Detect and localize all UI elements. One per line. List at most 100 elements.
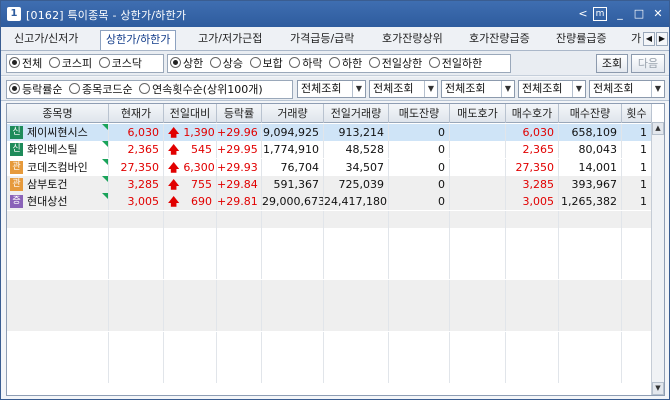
stock-status-badge: 신 <box>10 143 23 157</box>
cell-change <box>164 279 217 297</box>
cell-name: 신 제이씨현시스 <box>7 124 109 141</box>
cell-buy-qty <box>559 348 622 366</box>
col-count[interactable]: 횟수 <box>622 104 652 123</box>
cell-name <box>7 279 109 297</box>
minimize-icon[interactable]: _ <box>613 7 627 21</box>
radio-flat[interactable]: 보합 <box>249 57 283 70</box>
col-prev-volume[interactable]: 전일거래량 <box>324 104 389 123</box>
up-arrow-icon: 🡅 <box>168 143 180 157</box>
title-bar[interactable]: 1 [0162] 특이종목 - 상한가/하한가 < m _ □ ✕ <box>1 1 669 27</box>
cell-rate <box>217 348 262 366</box>
scroll-up-icon[interactable]: ▲ <box>652 122 664 135</box>
stock-name[interactable]: 제이씨현시스 <box>27 126 88 139</box>
stock-name[interactable]: 삼부토건 <box>27 178 67 191</box>
radio-prev-lower[interactable]: 전일하한 <box>428 57 482 70</box>
combo-2[interactable]: 전체조회 ▼ <box>369 80 438 98</box>
stock-status-badge: 증 <box>10 195 23 209</box>
tab-balance-rate-surge[interactable]: 잔량률급증 <box>551 30 612 50</box>
cell-rate: +29.95 <box>217 141 262 159</box>
radio-fall[interactable]: 하락 <box>289 57 323 70</box>
radio-lower-limit[interactable]: 하한 <box>329 57 362 70</box>
table-row[interactable]: 관 삼부토건 3,285 🡅 755 +29.84 591,367 725,039 0 3,285… <box>7 175 652 193</box>
next-button[interactable]: 다음 <box>631 54 665 73</box>
stock-grid[interactable]: 종목명 현재가 전일대비 등락률 거래량 전일거래량 매도잔량 매도호가 매수호… <box>6 103 665 396</box>
close-icon[interactable]: ✕ <box>651 7 665 21</box>
cell-sell-qty <box>389 227 450 245</box>
cell-count <box>622 348 652 366</box>
cell-name: 신 화인베스틸 <box>7 141 109 159</box>
col-sell-qty[interactable]: 매도잔량 <box>389 104 450 123</box>
tab-price-surge[interactable]: 가격급등/급락 <box>285 30 359 50</box>
window-number-icon: 1 <box>7 7 21 21</box>
cell-count <box>622 366 652 384</box>
cell-prev-volume: 725,039 <box>324 175 389 193</box>
cell-buy-qty <box>559 331 622 349</box>
query-button[interactable]: 조회 <box>596 54 628 73</box>
col-price[interactable]: 현재가 <box>109 104 164 123</box>
cell-prev-volume <box>324 245 389 263</box>
stock-name[interactable]: 화인베스틸 <box>27 143 78 156</box>
collapse-icon[interactable]: < <box>576 7 590 21</box>
radio-market-all[interactable]: 전체 <box>9 57 42 70</box>
table-row[interactable]: 증 현대상선 3,005 🡅 690 +29.81 29,000,673 24,417,180… <box>7 193 652 211</box>
cell-rate <box>217 262 262 280</box>
radio-sort-streak[interactable]: 연속횟수순(상위100개) <box>139 83 263 96</box>
col-buy-qty[interactable]: 매수잔량 <box>559 104 622 123</box>
col-name[interactable]: 종목명 <box>7 104 109 123</box>
cell-sell-qty <box>389 366 450 384</box>
col-rate[interactable]: 등락률 <box>217 104 262 123</box>
combo-1[interactable]: 전체조회 ▼ <box>297 80 366 98</box>
cell-buy-price <box>506 210 559 228</box>
combo-3[interactable]: 전체조회 ▼ <box>441 80 515 98</box>
table-row[interactable]: 신 제이씨현시스 6,030 🡅 1,390 +29.96 9,094,925 913,214… <box>7 124 652 141</box>
radio-sort-rate[interactable]: 등락률순 <box>9 83 62 96</box>
col-volume[interactable]: 거래량 <box>262 104 324 123</box>
tab-quote-balance-top[interactable]: 호가잔량상위 <box>377 30 448 50</box>
tab-high-low-near[interactable]: 고가/저가근접 <box>193 30 267 50</box>
tab-upper-lower-limit[interactable]: 상한가/하한가 <box>100 30 177 50</box>
stock-name[interactable]: 코데즈컴바인 <box>27 161 88 174</box>
cell-buy-qty <box>559 227 622 245</box>
table-row[interactable]: 관 코데즈컴바인 27,350 🡅 6,300 +29.93 76,704 34,507 0 27… <box>7 158 652 176</box>
tab-quote-balance-surge[interactable]: 호가잔량급증 <box>464 30 535 50</box>
radio-market-kospi[interactable]: 코스피 <box>48 57 92 70</box>
cell-count: 1 <box>622 193 652 211</box>
radio-prev-upper[interactable]: 전일상한 <box>368 57 422 70</box>
cell-volume <box>262 314 324 332</box>
cell-sell-price <box>450 245 506 263</box>
cell-rate <box>217 279 262 297</box>
cell-price: 27,350 <box>109 158 164 176</box>
cell-buy-qty: 14,001 <box>559 158 622 176</box>
radio-market-kosdaq[interactable]: 코스닥 <box>98 57 142 70</box>
radio-rise[interactable]: 상승 <box>209 57 243 70</box>
maximize-icon[interactable]: □ <box>632 7 646 21</box>
cell-change <box>164 210 217 228</box>
cell-sell-price <box>450 175 506 193</box>
vertical-scrollbar[interactable]: ▲ ▼ <box>651 122 664 395</box>
combo-4[interactable]: 전체조회 ▼ <box>518 80 586 98</box>
cell-rate: +29.93 <box>217 158 262 176</box>
cell-buy-price: 6,030 <box>506 124 559 141</box>
cell-rate: +29.96 <box>217 124 262 141</box>
table-row[interactable]: 신 화인베스틸 2,365 🡅 545 +29.95 1,774,910 48,528 0 2,3… <box>7 141 652 159</box>
cell-buy-price: 3,285 <box>506 175 559 193</box>
cell-price <box>109 366 164 384</box>
tab-new-high-low[interactable]: 신고가/신저가 <box>9 30 83 50</box>
col-change[interactable]: 전일대비 <box>164 104 217 123</box>
radio-sort-code[interactable]: 종목코드순 <box>68 83 133 96</box>
cell-change: 🡅 690 <box>164 193 217 211</box>
radio-upper-limit[interactable]: 상한 <box>170 57 203 70</box>
cell-sell-price <box>450 297 506 314</box>
tab-scroll-right-icon[interactable]: ▶ <box>656 32 668 46</box>
col-sell-price[interactable]: 매도호가 <box>450 104 506 123</box>
stock-name[interactable]: 현대상선 <box>27 195 67 208</box>
cell-name <box>7 331 109 349</box>
cell-volume <box>262 297 324 314</box>
tab-scroll-left-icon[interactable]: ◀ <box>643 32 655 46</box>
scroll-down-icon[interactable]: ▼ <box>652 382 664 395</box>
cell-change: 🡅 6,300 <box>164 158 217 176</box>
combo-5[interactable]: 전체조회 ▼ <box>589 80 665 98</box>
sort-radio-group: 등락률순 종목코드순 연속횟수순(상위100개) <box>6 80 293 99</box>
col-buy-price[interactable]: 매수호가 <box>506 104 559 123</box>
memo-icon[interactable]: m <box>593 7 607 21</box>
